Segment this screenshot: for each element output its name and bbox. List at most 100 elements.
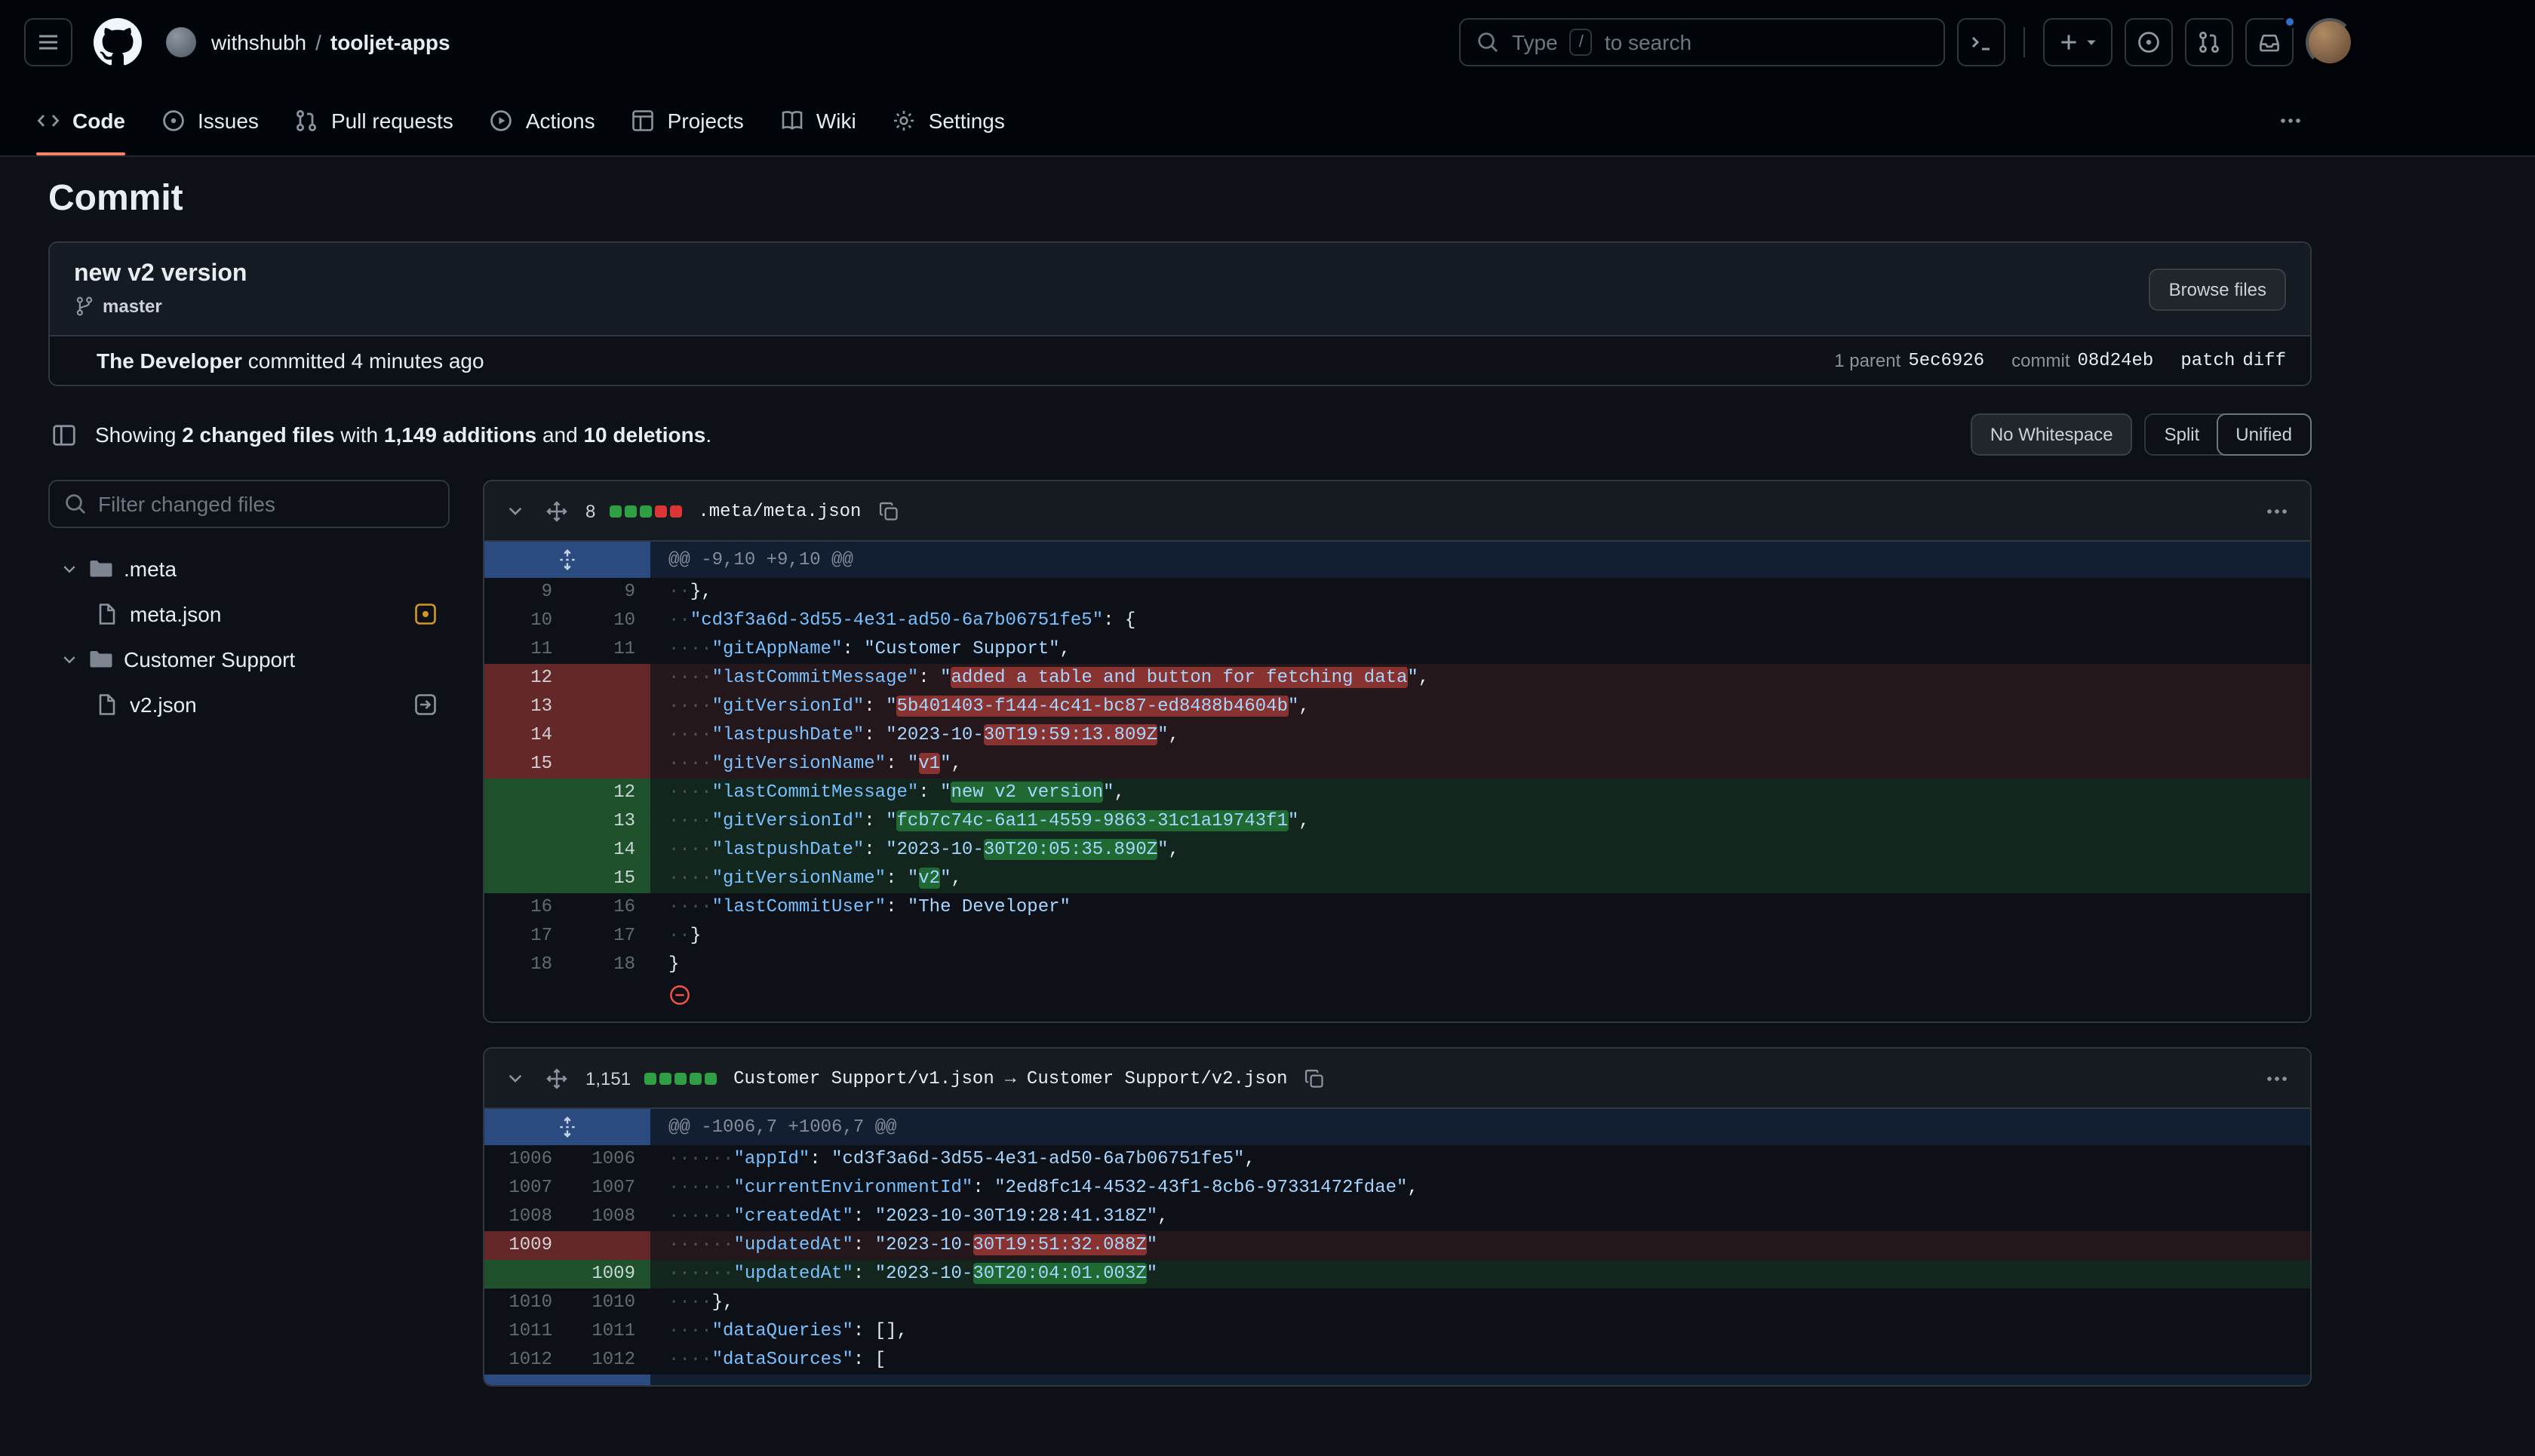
diff-line: 14····"lastpushDate": "2023-10-30T20:05:…: [484, 836, 2310, 865]
new-line-number[interactable]: 10: [567, 607, 650, 635]
copy-path-button[interactable]: [1301, 1064, 1329, 1092]
no-whitespace-button[interactable]: No Whitespace: [1971, 413, 2133, 456]
new-line-number[interactable]: 13: [567, 807, 650, 836]
tab-issues[interactable]: Issues: [149, 84, 271, 155]
breadcrumb-repo-link[interactable]: tooljet-apps: [330, 30, 450, 54]
tree-folder-customer-support[interactable]: Customer Support: [48, 637, 450, 682]
drag-move-icon[interactable]: [542, 496, 572, 526]
file-name: v2.json: [130, 693, 197, 717]
breadcrumb-owner-link[interactable]: withshubh: [211, 30, 306, 54]
unified-view-button[interactable]: Unified: [2216, 413, 2312, 456]
old-line-number[interactable]: 1008: [484, 1203, 567, 1231]
new-line-number[interactable]: [567, 750, 650, 779]
nav-overflow-button[interactable]: [2272, 102, 2309, 138]
new-line-number[interactable]: 1006: [567, 1145, 650, 1174]
diff-line: 13····"gitVersionId": "5b401403-f144-4c4…: [484, 693, 2310, 721]
old-line-number[interactable]: 11: [484, 635, 567, 664]
new-line-number[interactable]: 18: [567, 951, 650, 979]
new-line-number[interactable]: 1012: [567, 1346, 650, 1375]
user-avatar[interactable]: [2306, 18, 2354, 66]
commit-sha: 08d24eb: [2078, 350, 2154, 371]
tree-file-meta-json[interactable]: meta.json: [48, 591, 450, 637]
filter-changed-files-input[interactable]: [48, 480, 450, 528]
old-line-number[interactable]: 13: [484, 693, 567, 721]
old-line-number[interactable]: 16: [484, 893, 567, 922]
new-line-number[interactable]: 16: [567, 893, 650, 922]
tab-wiki[interactable]: Wiki: [768, 84, 868, 155]
old-line-number[interactable]: 1011: [484, 1317, 567, 1346]
old-line-number[interactable]: 12: [484, 664, 567, 693]
global-search-input[interactable]: Type / to search: [1459, 18, 1945, 66]
tab-code[interactable]: Code: [24, 84, 137, 155]
file-tree-toggle-button[interactable]: [48, 419, 80, 450]
copy-path-button[interactable]: [874, 497, 902, 524]
tree-folder-meta[interactable]: .meta: [48, 546, 450, 591]
inbox-button[interactable]: [2245, 18, 2294, 66]
old-line-number[interactable]: 9: [484, 578, 567, 607]
main-content: Commit new v2 version master Browse file…: [0, 157, 2535, 1387]
old-line-number[interactable]: 1007: [484, 1174, 567, 1203]
new-line-number[interactable]: 1011: [567, 1317, 650, 1346]
patch-link[interactable]: patch: [2180, 350, 2235, 371]
code-cell: ····"dataQueries": [],: [650, 1317, 2310, 1346]
split-view-button[interactable]: Split: [2146, 415, 2218, 454]
new-line-number[interactable]: 14: [567, 836, 650, 865]
old-line-number[interactable]: 14: [484, 721, 567, 750]
gear-icon: [893, 108, 917, 132]
file-options-button[interactable]: [2262, 496, 2292, 526]
old-line-number[interactable]: 15: [484, 750, 567, 779]
new-line-number[interactable]: 17: [567, 922, 650, 951]
tab-pull-requests[interactable]: Pull requests: [283, 84, 466, 155]
parent-sha-link[interactable]: 5ec6926: [1908, 350, 1984, 371]
new-line-number[interactable]: 15: [567, 865, 650, 893]
github-logo[interactable]: [94, 18, 142, 66]
new-line-number[interactable]: 1007: [567, 1174, 650, 1203]
expand-hunk-button[interactable]: [484, 1109, 650, 1145]
tab-actions[interactable]: Actions: [478, 84, 607, 155]
new-line-number[interactable]: [567, 664, 650, 693]
new-line-number[interactable]: 1010: [567, 1289, 650, 1317]
new-line-number[interactable]: 1009: [567, 1260, 650, 1289]
old-line-number[interactable]: 1009: [484, 1231, 567, 1260]
collapse-file-button[interactable]: [502, 498, 528, 524]
whitespace-dots: ··: [668, 610, 690, 631]
old-line-number[interactable]: 1010: [484, 1289, 567, 1317]
new-line-number[interactable]: 12: [567, 779, 650, 807]
old-line-number[interactable]: [484, 865, 567, 893]
old-line-number[interactable]: [484, 779, 567, 807]
browse-files-button[interactable]: Browse files: [2149, 268, 2286, 310]
old-line-number[interactable]: [484, 836, 567, 865]
old-line-number[interactable]: 18: [484, 951, 567, 979]
new-line-number[interactable]: 9: [567, 578, 650, 607]
old-line-number[interactable]: 10: [484, 607, 567, 635]
collapse-file-button[interactable]: [502, 1065, 528, 1091]
issues-header-button[interactable]: [2125, 18, 2173, 66]
old-line-number[interactable]: [484, 807, 567, 836]
hamburger-menu-button[interactable]: [24, 18, 72, 66]
new-line-number[interactable]: [567, 721, 650, 750]
new-line-number[interactable]: [567, 693, 650, 721]
expand-hunk-button[interactable]: [484, 542, 650, 578]
diff-link[interactable]: diff: [2242, 350, 2286, 371]
tree-file-v2-json[interactable]: v2.json: [48, 682, 450, 727]
file-options-button[interactable]: [2262, 1063, 2292, 1093]
old-line-number[interactable]: [484, 1260, 567, 1289]
tab-projects[interactable]: Projects: [619, 84, 756, 155]
pull-requests-header-button[interactable]: [2185, 18, 2233, 66]
old-line-number[interactable]: 1006: [484, 1145, 567, 1174]
github-commit-page: withshubh / tooljet-apps Type / to searc…: [0, 0, 2535, 1456]
new-line-number[interactable]: [567, 1231, 650, 1260]
file-tree-sidebar: .metameta.jsonCustomer Support v2.json: [48, 480, 450, 727]
command-palette-button[interactable]: [1957, 18, 2005, 66]
tab-settings[interactable]: Settings: [880, 84, 1017, 155]
branch-name[interactable]: master: [103, 296, 162, 317]
whitespace-dots: ··: [668, 925, 690, 946]
drag-move-icon[interactable]: [542, 1063, 572, 1093]
old-line-number[interactable]: 1012: [484, 1346, 567, 1375]
new-line-number: [567, 979, 650, 1021]
old-line-number[interactable]: 17: [484, 922, 567, 951]
new-line-number[interactable]: 11: [567, 635, 650, 664]
create-new-button[interactable]: [2043, 18, 2112, 66]
git-pull-request-icon: [2197, 30, 2221, 54]
new-line-number[interactable]: 1008: [567, 1203, 650, 1231]
